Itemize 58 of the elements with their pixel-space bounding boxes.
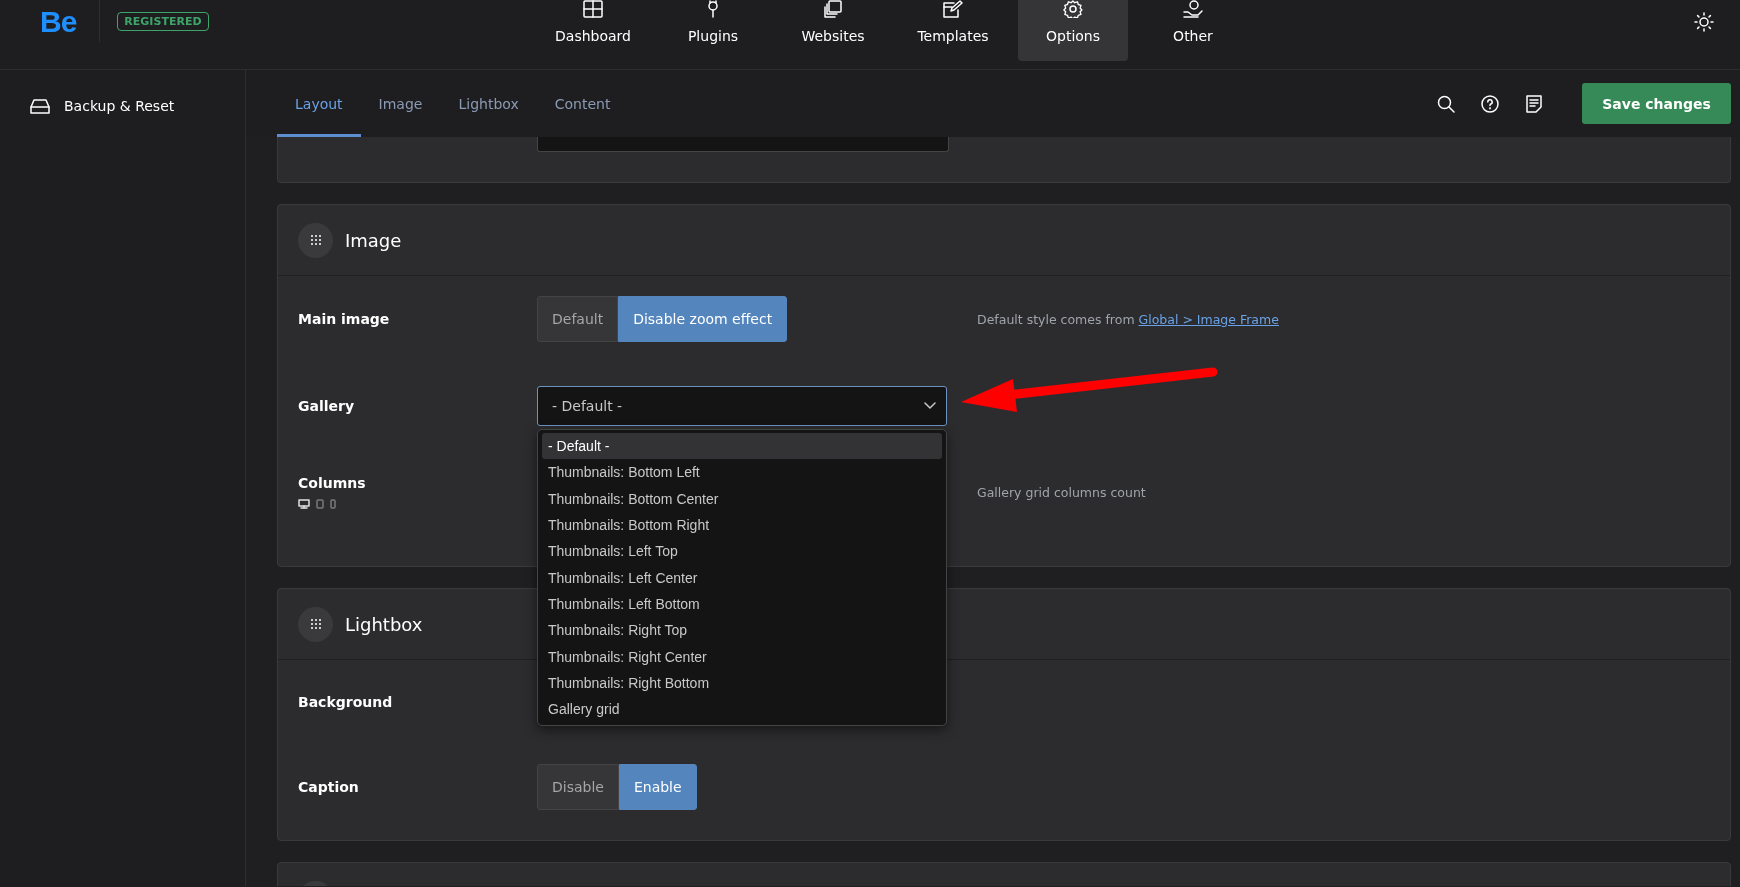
grid-icon	[583, 0, 603, 18]
field-label: Columns	[298, 475, 367, 491]
link[interactable]: Global > Image Frame	[1138, 311, 1279, 327]
option-button[interactable]: Disable	[537, 764, 619, 810]
dropdown-option[interactable]: Thumbnails: Right Top	[542, 617, 942, 644]
drag-handle[interactable]	[298, 222, 333, 258]
hint-text: Default style comes from Global > Image Frame	[977, 311, 1280, 327]
option-button[interactable]: Enable	[618, 764, 697, 810]
notes-icon[interactable]	[1525, 94, 1543, 113]
chevron-down-icon	[924, 402, 936, 410]
field-label: Background	[298, 694, 394, 710]
dropdown-option[interactable]: Thumbnails: Left Center	[542, 564, 942, 591]
nav-item[interactable]: Plugins	[653, 0, 773, 61]
nav-item[interactable]: Other	[1133, 0, 1253, 61]
hand-user-icon	[1183, 0, 1203, 18]
field-label: Caption	[298, 779, 360, 795]
drag-handle[interactable]	[298, 606, 333, 642]
section-title: Lightbox	[345, 613, 423, 635]
input-field[interactable]	[537, 137, 949, 152]
nav-item[interactable]: Websites	[773, 0, 893, 61]
dropdown-option[interactable]: Thumbnails: Right Center	[542, 643, 942, 670]
save-button[interactable]: Save changes	[1582, 83, 1731, 124]
tab[interactable]: Lightbox	[440, 70, 537, 137]
field-label: Main image	[298, 311, 391, 327]
tab[interactable]: Image	[360, 70, 441, 137]
sun-icon[interactable]	[1694, 12, 1714, 32]
tablet-icon[interactable]	[316, 499, 324, 509]
phone-icon[interactable]	[330, 499, 336, 509]
nav-item[interactable]: Templates	[893, 0, 1013, 61]
dropdown-option[interactable]: Thumbnails: Left Top	[542, 538, 942, 565]
status-badge: REGISTERED	[117, 12, 209, 31]
sidebar-item[interactable]: Backup & Reset	[0, 94, 245, 118]
field-label: Gallery	[298, 398, 356, 414]
dropdown-option[interactable]: Thumbnails: Right Bottom	[542, 669, 942, 696]
option-button[interactable]: Default	[537, 296, 619, 342]
dropdown-option[interactable]: - Default -	[542, 433, 942, 460]
help-icon[interactable]	[1481, 94, 1499, 113]
copies-icon	[823, 0, 843, 18]
select-field[interactable]: - Default -	[537, 386, 947, 426]
edit-icon	[943, 0, 963, 18]
drive-icon	[30, 98, 50, 114]
gear-icon	[1063, 0, 1083, 18]
logo[interactable]: Be	[40, 7, 77, 37]
hint-text: Gallery grid columns count	[977, 484, 1147, 500]
tab[interactable]: Content	[536, 70, 629, 137]
dots-grid-icon	[309, 618, 322, 630]
dropdown-option[interactable]: Thumbnails: Left Bottom	[542, 590, 942, 618]
dropdown-option[interactable]: Thumbnails: Bottom Right	[542, 511, 942, 539]
section-title: Image	[345, 229, 402, 251]
nav-item[interactable]: Options	[1018, 0, 1128, 61]
dropdown-option[interactable]: Thumbnails: Bottom Center	[542, 485, 942, 512]
option-button[interactable]: Disable zoom effect	[618, 296, 788, 342]
search-icon[interactable]	[1437, 94, 1455, 113]
dropdown-option[interactable]: Thumbnails: Bottom Left	[542, 459, 942, 486]
nav-item[interactable]: Dashboard	[533, 0, 653, 61]
dropdown-option[interactable]: Gallery grid	[542, 695, 942, 723]
desktop-icon[interactable]	[298, 499, 310, 509]
dots-grid-icon	[309, 234, 322, 246]
